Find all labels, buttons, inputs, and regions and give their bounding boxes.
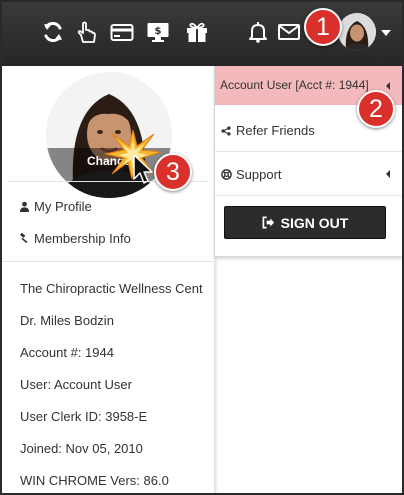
membership-info-link[interactable]: Membership Info (18, 231, 131, 246)
doctor-name: Dr. Miles Bodzin (20, 313, 114, 328)
user-avatar[interactable] (338, 13, 376, 51)
user-clerk-id: User Clerk ID: 3958-E (20, 409, 148, 424)
callout-badge-1: 1 (304, 8, 342, 46)
refresh-icon[interactable] (40, 18, 66, 46)
share-icon (220, 125, 232, 137)
support-label: Support (236, 167, 282, 182)
caret-left-icon (386, 82, 390, 90)
svg-text:$: $ (155, 26, 162, 37)
refer-friends-label: Refer Friends (236, 123, 315, 138)
gavel-icon (18, 232, 31, 245)
credit-card-icon[interactable] (109, 18, 135, 46)
top-navigation-bar: $ (2, 2, 402, 66)
joined-date: Joined: Nov 05, 2010 (20, 441, 143, 456)
bell-icon[interactable] (245, 18, 271, 46)
browser-version: WIN CHROME Vers: 86.0 (20, 473, 169, 488)
user-role: User: Account User (20, 377, 132, 392)
sign-out-label: SIGN OUT (280, 214, 349, 231)
desktop-dollar-icon[interactable]: $ (145, 18, 171, 46)
chevron-down-icon[interactable] (381, 30, 391, 36)
callout-badge-2: 2 (357, 90, 395, 128)
account-user-label: Account User [Acct #: 1944] (220, 78, 369, 92)
support-item[interactable]: Support (215, 152, 402, 196)
sign-out-icon (262, 216, 276, 230)
gift-icon[interactable] (184, 18, 210, 46)
touch-hand-icon[interactable] (73, 18, 99, 46)
caret-left-icon (386, 170, 390, 178)
callout-badge-3: 3 (154, 153, 192, 191)
my-profile-link[interactable]: My Profile (18, 199, 92, 214)
membership-info-label: Membership Info (34, 231, 131, 246)
mail-icon[interactable] (276, 18, 302, 46)
user-icon (18, 200, 31, 213)
account-number: Account #: 1944 (20, 345, 114, 360)
my-profile-label: My Profile (34, 199, 92, 214)
screenshot-frame: $ 1 2 3 Change My Profile Membership Inf… (0, 0, 404, 495)
profile-dropdown-panel: Change My Profile Membership Info The Ch… (2, 66, 215, 493)
divider (2, 261, 215, 262)
practice-name: The Chiropractic Wellness Cent (20, 281, 203, 296)
sign-out-button[interactable]: SIGN OUT (224, 206, 386, 239)
life-ring-icon (220, 169, 232, 181)
